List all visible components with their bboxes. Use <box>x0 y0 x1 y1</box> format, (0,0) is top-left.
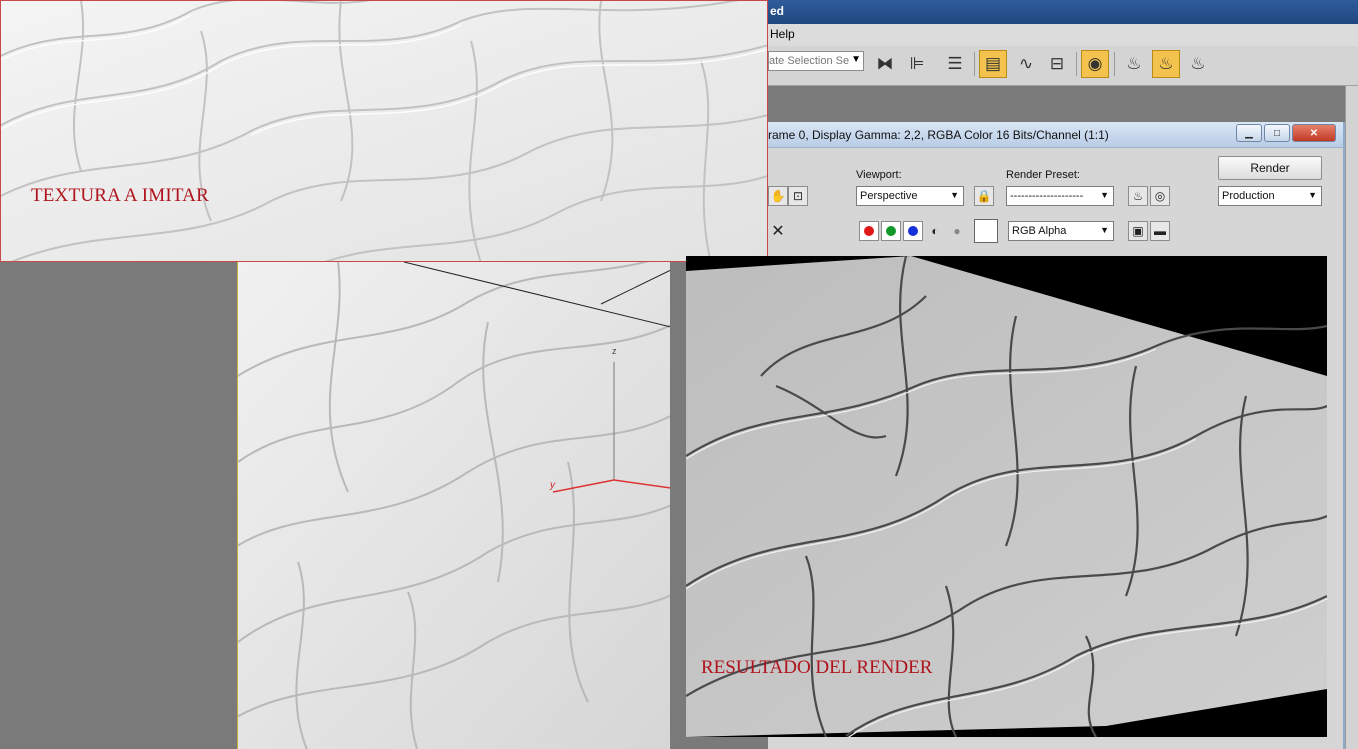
chevron-down-icon: ▼ <box>851 54 861 65</box>
menu-bar: Help <box>768 24 1358 46</box>
green-channel-toggle[interactable] <box>881 221 901 241</box>
material-editor-icon[interactable]: ◉ <box>1081 50 1109 78</box>
toolbar-separator <box>1114 52 1115 76</box>
chevron-down-icon: ▼ <box>950 190 959 200</box>
rendered-frame-icon[interactable]: ♨ <box>1152 50 1180 78</box>
viewport-surface <box>238 262 670 749</box>
layer-manager-icon[interactable]: ☰ <box>941 50 969 78</box>
scene-explorer-icon[interactable]: ▤ <box>979 50 1007 78</box>
menu-item-help[interactable]: Help <box>770 27 795 41</box>
named-selection-set-dropdown[interactable]: ate Selection Se ▼ <box>768 51 864 71</box>
render-preset-value: -------------------- <box>1010 190 1084 202</box>
texture-pattern <box>1 1 767 261</box>
viewport-label: Viewport: <box>856 169 902 181</box>
axis-z-label: z <box>612 346 617 356</box>
schematic-view-icon[interactable]: ⊟ <box>1043 50 1071 78</box>
curve-editor-icon[interactable]: ∿ <box>1012 50 1040 78</box>
close-button[interactable]: ✕ <box>1292 124 1336 142</box>
reference-label: TEXTURA A IMITAR <box>31 185 209 206</box>
reference-texture-image: TEXTURA A IMITAR <box>0 0 768 262</box>
chevron-down-icon: ▼ <box>1100 190 1109 200</box>
selection-set-text: ate Selection Se <box>769 55 850 67</box>
alpha-channel-icon[interactable]: ◐ <box>925 221 945 241</box>
window-title: rame 0, Display Gamma: 2,2, RGBA Color 1… <box>768 128 1109 142</box>
main-toolbar: ate Selection Se ▼ ⧓ ⊫ ☰ ▤ ∿ ⊟ ◉ ♨ ♨ ♨ <box>768 46 1358 86</box>
channel-display-dropdown[interactable]: RGB Alpha ▼ <box>1008 221 1114 241</box>
desktop: ed ▶ ⊕ Help ate Selection Se ▼ ⧓ ⊫ ☰ ▤ ∿… <box>0 0 1358 749</box>
render-preset-dropdown[interactable]: -------------------- ▼ <box>1006 186 1114 206</box>
chevron-down-icon: ▼ <box>1308 190 1317 200</box>
viewport-value: Perspective <box>860 190 918 202</box>
app-title: ed <box>770 4 785 18</box>
app-title-bar: ed ▶ ⊕ <box>768 0 1358 24</box>
toolbar-separator <box>1076 52 1077 76</box>
render-setup-icon[interactable]: ♨ <box>1120 50 1148 78</box>
production-value: Production <box>1222 190 1275 202</box>
mirror-icon[interactable]: ⧓ <box>871 50 899 78</box>
align-icon[interactable]: ⊫ <box>903 50 931 78</box>
render-setup-icon[interactable]: ♨ <box>1128 186 1148 206</box>
environment-icon[interactable]: ◎ <box>1150 186 1170 206</box>
toolbar-separator <box>974 52 975 76</box>
render-preset-label: Render Preset: <box>1006 169 1080 181</box>
channel-display-value: RGB Alpha <box>1012 225 1067 237</box>
window-titlebar[interactable]: rame 0, Display Gamma: 2,2, RGBA Color 1… <box>768 122 1343 148</box>
toggle-ui-icon[interactable]: ▬ <box>1150 221 1170 241</box>
red-channel-toggle[interactable] <box>859 221 879 241</box>
render-production-icon[interactable]: ♨ <box>1184 50 1212 78</box>
chevron-down-icon: ▼ <box>1100 225 1109 235</box>
perspective-viewport[interactable]: z y <box>237 262 670 749</box>
production-dropdown[interactable]: Production ▼ <box>1218 186 1322 206</box>
toggle-ui-overlay-icon[interactable]: ▣ <box>1128 221 1148 241</box>
blue-channel-toggle[interactable] <box>903 221 923 241</box>
region-select-icon[interactable]: ✋ <box>768 186 788 206</box>
command-panel-edge <box>1345 86 1358 749</box>
render-result-label: RESULTADO DEL RENDER <box>701 657 933 678</box>
viewport-dropdown[interactable]: Perspective ▼ <box>856 186 964 206</box>
clear-icon[interactable]: ✕ <box>768 221 788 241</box>
maximize-button[interactable]: □ <box>1264 124 1290 142</box>
lock-icon[interactable]: 🔒 <box>974 186 994 206</box>
render-controls: ✋ ⊡ Viewport: Perspective ▼ 🔒 Render Pre… <box>768 148 1343 246</box>
auto-region-icon[interactable]: ⊡ <box>788 186 808 206</box>
render-button[interactable]: Render <box>1218 156 1322 180</box>
minimize-button[interactable]: ▁ <box>1236 124 1262 142</box>
monochrome-icon[interactable]: ● <box>947 221 967 241</box>
axis-y-label: y <box>550 480 555 491</box>
color-swatch[interactable] <box>974 219 998 243</box>
